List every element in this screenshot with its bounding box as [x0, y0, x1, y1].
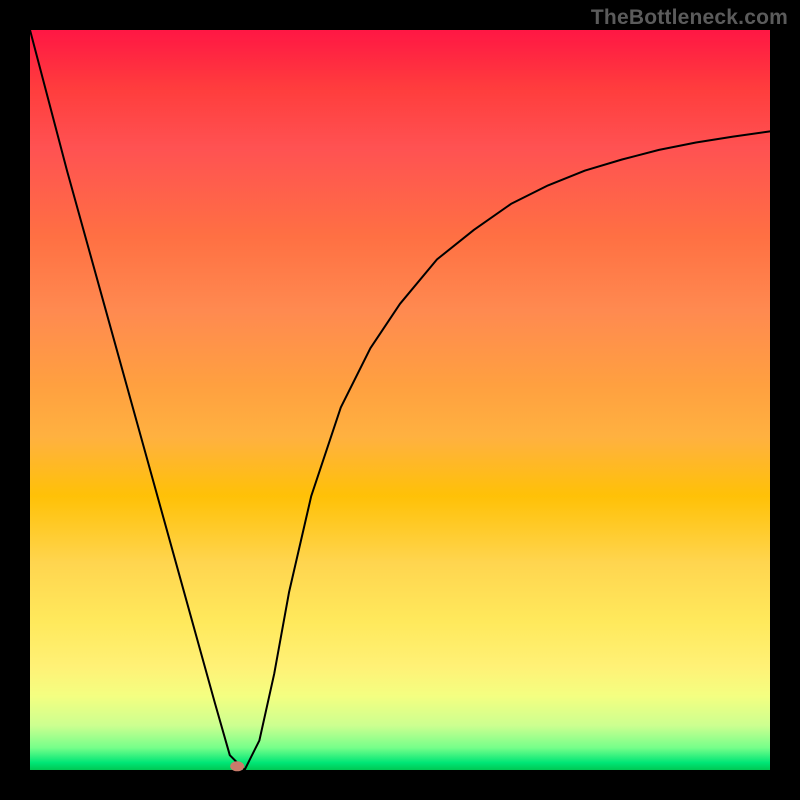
- optimal-marker: [230, 761, 244, 771]
- chart-frame: TheBottleneck.com: [0, 0, 800, 800]
- plot-area: [30, 30, 770, 770]
- bottleneck-curve: [30, 30, 770, 770]
- curve-svg: [30, 30, 770, 770]
- watermark-label: TheBottleneck.com: [591, 6, 788, 30]
